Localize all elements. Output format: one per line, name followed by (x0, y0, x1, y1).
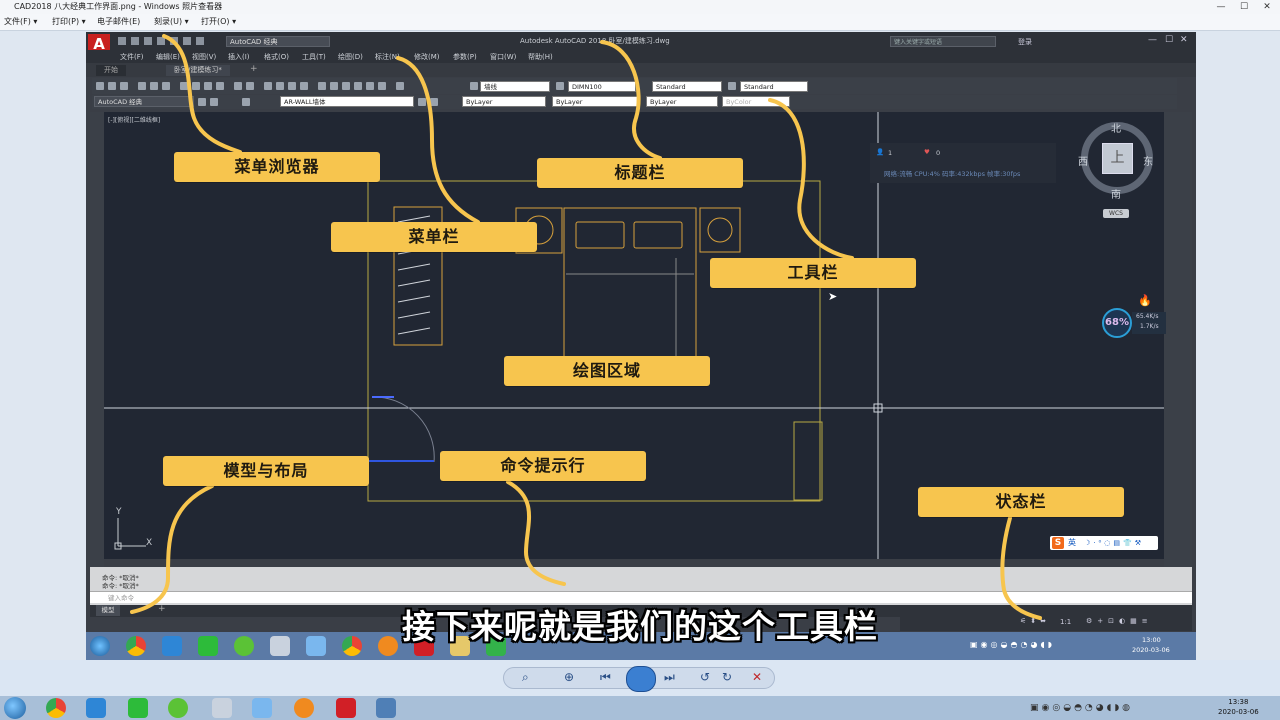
media-player-icon[interactable] (168, 698, 188, 718)
orange-app-icon[interactable] (294, 698, 314, 718)
rotate-right-icon[interactable]: ↻ (722, 670, 732, 684)
start-button[interactable] (4, 697, 26, 719)
autocad-icon[interactable] (336, 698, 356, 718)
connector-title-bar (600, 40, 662, 160)
callout-drawing-area: 绘图区域 (504, 356, 710, 386)
connector-menu-browser (162, 34, 242, 154)
video-subtitle: 接下来呢就是我们的这个工具栏 (402, 607, 878, 646)
delete-icon[interactable]: ✕ (752, 670, 762, 684)
callout-menu-browser: 菜单浏览器 (174, 152, 380, 182)
feishu-icon[interactable] (252, 698, 272, 718)
chrome-icon[interactable] (46, 698, 66, 718)
connector-command-line (506, 480, 566, 586)
outer-clock: 13:38 2020-03-06 (1218, 697, 1259, 717)
next-icon[interactable]: ⏭ (664, 670, 675, 685)
rotate-left-icon[interactable]: ↺ (700, 670, 710, 684)
callout-title-bar: 标题栏 (537, 158, 743, 188)
connector-model-layout (130, 484, 214, 614)
actual-size-icon[interactable]: ⊕ (564, 670, 574, 684)
zoom-icon[interactable]: ⌕ (522, 670, 529, 685)
outer-clock-time: 13:38 (1228, 698, 1249, 706)
outer-clock-date: 2020-03-06 (1218, 708, 1259, 716)
connector-menu-bar (396, 56, 480, 224)
callout-model-layout: 模型与布局 (163, 456, 369, 486)
slideshow-button[interactable] (626, 666, 656, 692)
ie-icon[interactable] (86, 698, 106, 718)
outer-tray-icons[interactable]: ▣◉◎◒◓◔◕◖◗◍ (1030, 703, 1133, 713)
iqiyi-icon[interactable] (128, 698, 148, 718)
connector-toolbar (768, 98, 854, 260)
callout-status-bar: 状态栏 (918, 487, 1124, 517)
callout-menu-bar: 菜单栏 (331, 222, 537, 252)
photo-viewer-icon[interactable] (376, 698, 396, 718)
previous-icon[interactable]: ⏮ (600, 670, 611, 685)
callout-command-line: 命令提示行 (440, 451, 646, 481)
app-icon[interactable] (212, 698, 232, 718)
callout-toolbar: 工具栏 (710, 258, 916, 288)
